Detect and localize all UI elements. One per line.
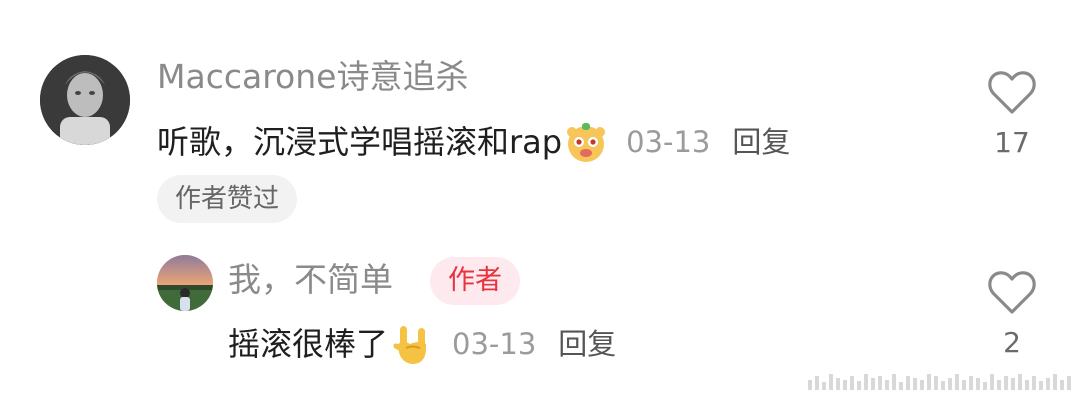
author-badge: 作者 <box>430 257 520 305</box>
like-count: 17 <box>994 126 1030 159</box>
like-heart-icon[interactable] <box>986 268 1038 316</box>
avatar[interactable] <box>157 255 213 311</box>
like-count: 2 <box>1003 326 1021 359</box>
user-avatar-image <box>40 55 130 145</box>
comment-date: 03-13 <box>626 125 711 159</box>
comment-date: 03-13 <box>452 327 537 361</box>
user-avatar-image <box>157 255 213 311</box>
comment-text: 听歌，沉浸式学唱摇滚和rap <box>157 123 563 161</box>
bear-face-emoji-icon <box>564 120 608 164</box>
like-heart-icon[interactable] <box>986 68 1038 116</box>
rock-on-hand-emoji-icon <box>390 322 434 366</box>
comment-username[interactable]: Maccarone诗意追杀 <box>157 57 468 97</box>
reply-button[interactable]: 回复 <box>732 120 790 164</box>
reply-button[interactable]: 回复 <box>558 322 616 366</box>
comment-username[interactable]: 我，不简单 <box>228 260 393 300</box>
comment-row: 摇滚很棒了 03-13 回复 <box>228 322 616 366</box>
liked-by-author-badge: 作者赞过 <box>157 175 298 223</box>
comment-row: 听歌，沉浸式学唱摇滚和rap 03-13 回复 <box>157 120 790 164</box>
avatar[interactable] <box>40 55 130 145</box>
watermark-strip <box>808 372 1076 390</box>
comment-text: 摇滚很棒了 <box>228 325 389 363</box>
